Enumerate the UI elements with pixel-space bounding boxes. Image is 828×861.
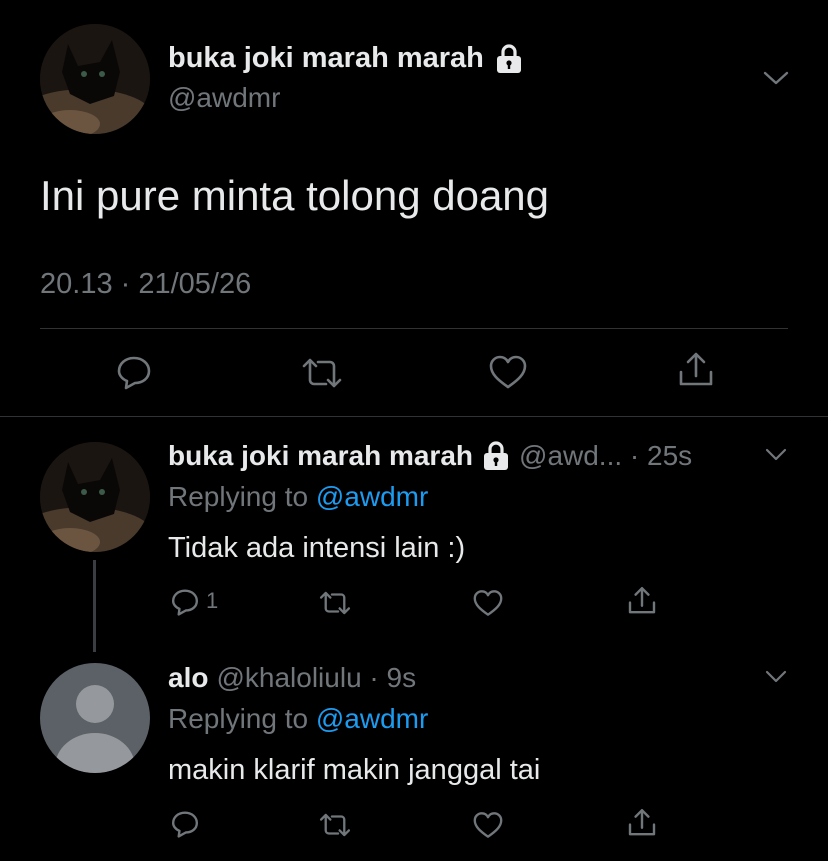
retweet-button[interactable]	[300, 354, 344, 392]
reply-button[interactable]	[115, 352, 153, 390]
share-button[interactable]	[626, 807, 658, 839]
retweet-icon	[302, 358, 342, 388]
tweet-text: Ini pure minta tolong doang	[40, 172, 550, 219]
reply-count: 1	[206, 588, 219, 613]
reply-header: alo @khaloliulu · 9s	[168, 662, 416, 694]
mention-link[interactable]: @awdmr	[316, 481, 428, 512]
cat-photo	[40, 442, 150, 552]
retweet-icon	[319, 813, 351, 837]
share-icon	[628, 809, 656, 836]
handle-time[interactable]: @khaloliulu · 9s	[216, 662, 416, 694]
cat-photo	[40, 24, 150, 134]
avatar[interactable]	[40, 442, 150, 552]
like-button[interactable]	[472, 811, 504, 839]
reply-icon	[171, 811, 199, 838]
avatar[interactable]	[40, 24, 150, 134]
reply-button[interactable]	[170, 808, 200, 838]
reply-header: buka joki marah marah @awd... · 25s	[168, 440, 692, 472]
display-name[interactable]: alo	[168, 662, 208, 694]
reply-text: makin klarif makin janggal tai	[168, 754, 541, 786]
lock-icon	[481, 440, 511, 472]
chevron-down-icon[interactable]	[762, 68, 790, 88]
section-divider	[0, 416, 828, 417]
like-button[interactable]	[472, 589, 504, 617]
share-icon	[628, 587, 656, 614]
lock-icon	[494, 43, 524, 75]
retweet-button[interactable]	[318, 588, 352, 618]
default-avatar-icon	[55, 685, 135, 773]
retweet-button[interactable]	[318, 810, 352, 840]
like-button[interactable]	[488, 354, 528, 390]
handle-time[interactable]: @awd... · 25s	[519, 440, 692, 472]
chevron-down-icon[interactable]	[764, 446, 788, 464]
chevron-down-icon[interactable]	[764, 668, 788, 686]
display-name[interactable]: buka joki marah marah	[168, 440, 473, 472]
like-icon	[489, 355, 527, 389]
like-icon	[473, 812, 503, 838]
timestamp[interactable]: 20.13 · 21/05/26	[40, 268, 251, 301]
share-button[interactable]	[676, 350, 716, 390]
display-name[interactable]: buka joki marah marah	[168, 42, 524, 75]
mention-link[interactable]: @awdmr	[316, 703, 428, 734]
avatar[interactable]	[40, 663, 150, 773]
replying-to: Replying to @awdmr	[168, 703, 429, 734]
reply-icon	[117, 356, 151, 390]
reply-icon	[171, 589, 199, 616]
handle[interactable]: @awdmr	[168, 82, 280, 114]
thread-line	[93, 560, 96, 652]
share-icon	[679, 352, 713, 386]
reply-button[interactable]: 1	[170, 586, 218, 616]
reply-text: Tidak ada intensi lain :)	[168, 532, 466, 564]
divider	[40, 328, 788, 329]
like-icon	[473, 590, 503, 616]
replying-to: Replying to @awdmr	[168, 481, 429, 512]
retweet-icon	[319, 591, 351, 615]
share-button[interactable]	[626, 585, 658, 617]
